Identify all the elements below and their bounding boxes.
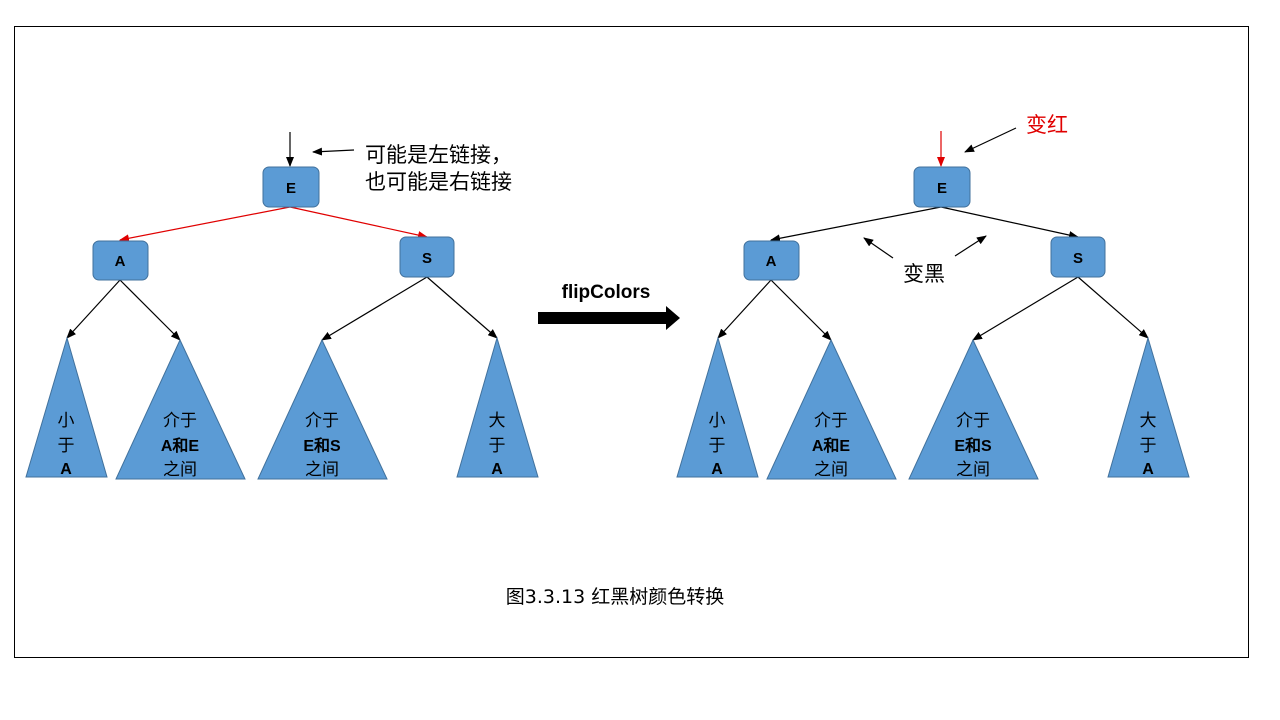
right-node-s-label: S [1073, 250, 1083, 267]
right-subtree-2-line3: 之间 [814, 460, 848, 480]
flipcolors-arrow [538, 306, 680, 330]
left-subtree-between-a-e: 介于 A和E 之间 [115, 338, 246, 480]
flipcolors-operation: flipColors [538, 282, 680, 330]
left-subtree-2-line2: A和E [161, 436, 200, 455]
right-subtree-4-line1: 大 [1140, 411, 1157, 431]
right-note-black: 变黑 [903, 262, 945, 286]
left-subtree-3-line3: 之间 [305, 460, 339, 480]
right-node-s: S [1050, 236, 1106, 278]
right-subtree-4-line2: 于 [1140, 436, 1157, 456]
left-subtree-1-line3: A [60, 461, 72, 478]
right-note-red-arrow [964, 127, 1017, 153]
left-subtree-4-line3: A [491, 461, 503, 478]
right-subtree-3-line1: 介于 [956, 411, 990, 431]
right-node-e-label: E [937, 180, 947, 197]
left-link-s-sub3 [321, 276, 428, 341]
left-note-line1: 可能是左链接， [365, 143, 512, 167]
left-tree: 可能是左链接， 也可能是右链接 E A S 小 于 A 介于 A和E 之间 介于… [25, 132, 539, 480]
flipcolors-label: flipColors [562, 282, 651, 303]
right-link-s-sub4 [1077, 276, 1149, 339]
left-note-line2: 也可能是右链接 [365, 170, 512, 194]
right-link-s-sub3 [972, 276, 1079, 341]
right-note-black-arrow-left [863, 237, 894, 259]
right-node-e: E [913, 166, 971, 208]
right-subtree-greater-than-a: 大 于 A [1107, 336, 1190, 478]
left-node-e-label: E [286, 180, 296, 197]
right-subtree-4-line3: A [1142, 461, 1154, 478]
right-subtree-less-than-a: 小 于 A [676, 336, 759, 478]
right-subtree-between-e-s: 介于 E和S 之间 [908, 338, 1039, 480]
left-link-e-s [289, 206, 428, 239]
right-note-red: 变红 [1026, 113, 1068, 137]
left-subtree-3-line1: 介于 [305, 411, 339, 431]
left-subtree-less-than-a: 小 于 A [25, 336, 108, 478]
right-subtree-between-a-e: 介于 A和E 之间 [766, 338, 897, 480]
left-node-e: E [262, 166, 320, 208]
left-subtree-2-line1: 介于 [163, 411, 197, 431]
right-subtree-1-line2: 于 [709, 436, 726, 456]
right-subtree-3-line2: E和S [954, 436, 992, 455]
right-link-e-a [770, 206, 942, 243]
diagram-canvas: 可能是左链接， 也可能是右链接 E A S 小 于 A 介于 A和E 之间 介于… [25, 113, 1190, 608]
left-subtree-1-line1: 小 [58, 411, 75, 431]
right-node-a-label: A [766, 253, 777, 270]
left-node-a: A [92, 240, 149, 281]
left-link-s-sub4 [426, 276, 498, 339]
left-subtree-3-line2: E和S [303, 436, 341, 455]
right-subtree-1-line1: 小 [709, 411, 726, 431]
left-note-arrow [312, 147, 355, 156]
left-link-e-a [119, 206, 291, 243]
right-tree: 变红 变黑 E A S 小 于 A 介于 A和E 之间 介于 E和S 之间 大 … [676, 113, 1190, 480]
right-link-a-sub1 [717, 279, 772, 339]
left-subtree-4-line2: 于 [489, 436, 506, 456]
right-link-a-sub2 [770, 279, 832, 341]
right-link-e-s [940, 206, 1079, 239]
right-note-black-arrow-right [954, 235, 987, 257]
left-link-a-sub2 [119, 279, 181, 341]
left-subtree-between-e-s: 介于 E和S 之间 [257, 338, 388, 480]
left-link-a-sub1 [66, 279, 121, 339]
figure-caption: 图3.3.13 红黑树颜色转换 [506, 586, 724, 608]
right-subtree-3-line3: 之间 [956, 460, 990, 480]
right-subtree-2-line2: A和E [812, 436, 851, 455]
left-subtree-4-line1: 大 [489, 411, 506, 431]
left-subtree-1-line2: 于 [58, 436, 75, 456]
left-node-s: S [399, 236, 455, 278]
right-node-a: A [743, 240, 800, 281]
left-node-a-label: A [115, 253, 126, 270]
right-subtree-2-line1: 介于 [814, 411, 848, 431]
left-node-s-label: S [422, 250, 432, 267]
left-subtree-2-line3: 之间 [163, 460, 197, 480]
right-subtree-1-line3: A [711, 461, 723, 478]
left-subtree-greater-than-a: 大 于 A [456, 336, 539, 478]
